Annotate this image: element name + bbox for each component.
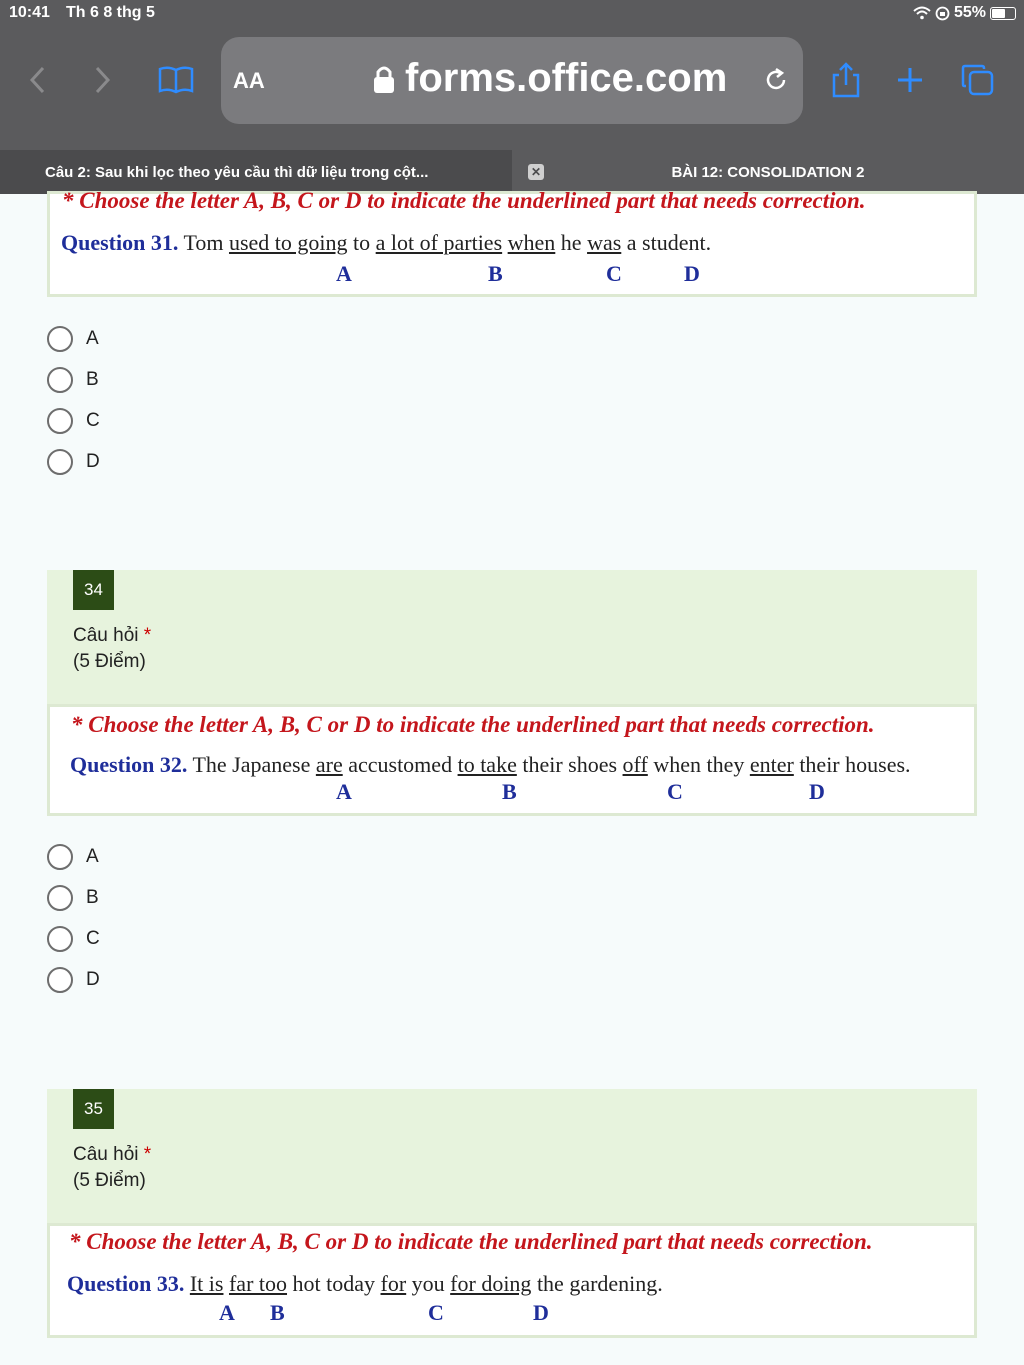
radio-button[interactable] [47,844,73,870]
bookmarks-button[interactable] [156,58,196,102]
question-card-34: 34 Câu hỏi * (5 Điểm) [47,570,977,704]
question-text: Question 31. Tom used to going to a lot … [61,230,712,255]
underlined-part-d: enter [749,752,794,777]
text-size-button[interactable]: AA [233,68,265,94]
share-icon [832,62,860,98]
option-c[interactable]: C [47,925,100,953]
question-number: Question 32. [70,752,188,777]
instruction-text: * Choose the letter A, B, C or D to indi… [71,712,875,737]
url-text: forms.office.com [405,56,728,100]
option-a[interactable]: A [47,843,99,871]
underlined-part-c: off [622,752,648,777]
underlined-part-b: far too [228,1271,288,1296]
instruction-text: * Choose the letter A, B, C or D to indi… [69,1229,873,1254]
question-image-31: * Choose the letter A, B, C or D to indi… [47,188,977,297]
question-text: Question 32. The Japanese are accustomed… [70,752,911,777]
answer-letters: A B C D [219,1300,549,1325]
option-b[interactable]: B [47,366,99,394]
answer-letters: A B C D [336,779,825,804]
lock-icon [374,66,394,93]
required-marker: * [143,625,152,646]
question-points: (5 Điểm) [73,651,146,672]
browser-chrome: 10:41 Th 6 8 thg 5 55% AA forms.office.c… [0,0,1024,150]
question-card-35: 35 Câu hỏi * (5 Điểm) [47,1089,977,1223]
wifi-icon [913,6,931,20]
option-d[interactable]: D [47,448,100,476]
underlined-part-d: for doing [450,1271,532,1296]
question-image-32: * Choose the letter A, B, C or D to indi… [47,704,977,816]
radio-button[interactable] [47,367,73,393]
underlined-part-c: for [380,1271,407,1296]
required-marker: * [143,1144,152,1165]
radio-button[interactable] [47,408,73,434]
question-number-badge: 34 [73,570,114,610]
option-d[interactable]: D [47,966,100,994]
form-content: * Choose the letter A, B, C or D to indi… [0,188,1024,1365]
underlined-part-a: used to going [228,230,348,255]
radio-button[interactable] [47,326,73,352]
tab-label: Câu 2: Sau khi lọc theo yêu cầu thì dữ l… [45,163,429,181]
status-right: 55% [913,4,1016,22]
radio-button[interactable] [47,926,73,952]
chevron-left-icon [29,66,45,94]
tabs-overview-button[interactable] [958,58,998,102]
radio-button[interactable] [47,967,73,993]
radio-button[interactable] [47,885,73,911]
radio-button[interactable] [47,449,73,475]
status-date: Th 6 8 thg 5 [66,4,155,21]
url-display[interactable]: forms.office.com [373,56,727,101]
question-number: Question 31. [61,230,179,255]
status-bar: 10:41 Th 6 8 thg 5 55% [9,4,1016,24]
question-image-33: * Choose the letter A, B, C or D to indi… [47,1223,977,1338]
status-time: 10:41 [9,4,50,21]
option-c[interactable]: C [47,407,100,435]
question-label: Câu hỏi * [73,1144,152,1165]
answer-letters: A B C D [336,261,700,286]
chevron-right-icon [95,66,111,94]
question-points: (5 Điểm) [73,1170,146,1191]
address-bar[interactable]: AA forms.office.com [221,37,803,124]
question-number: Question 33. [67,1271,185,1296]
underlined-part-a: It is [189,1271,224,1296]
tab-label: BÀI 12: CONSOLIDATION 2 [671,163,865,181]
instruction-text: * Choose the letter A, B, C or D to indi… [62,188,866,213]
underlined-part-d: was [587,230,622,255]
battery-percent: 55% [953,4,986,21]
underlined-part-b: to take [457,752,517,777]
back-button[interactable] [18,58,58,102]
orientation-lock-icon [935,6,950,20]
option-b[interactable]: B [47,884,99,912]
tabs-icon [961,64,994,96]
question-number-badge: 35 [73,1089,114,1129]
option-a[interactable]: A [47,325,99,353]
forward-button[interactable] [82,58,122,102]
battery-icon [990,6,1016,20]
question-label: Câu hỏi * [73,625,152,646]
share-button[interactable] [826,58,866,102]
plus-icon [898,68,922,92]
book-icon [158,66,194,94]
reload-icon[interactable] [763,65,789,93]
underlined-part-b: a lot of parties [375,230,503,255]
underlined-part-c: when [507,230,556,255]
question-text: Question 33. It is far too hot today for… [67,1271,663,1296]
underlined-part-a: are [315,752,343,777]
new-tab-button[interactable] [890,58,930,102]
